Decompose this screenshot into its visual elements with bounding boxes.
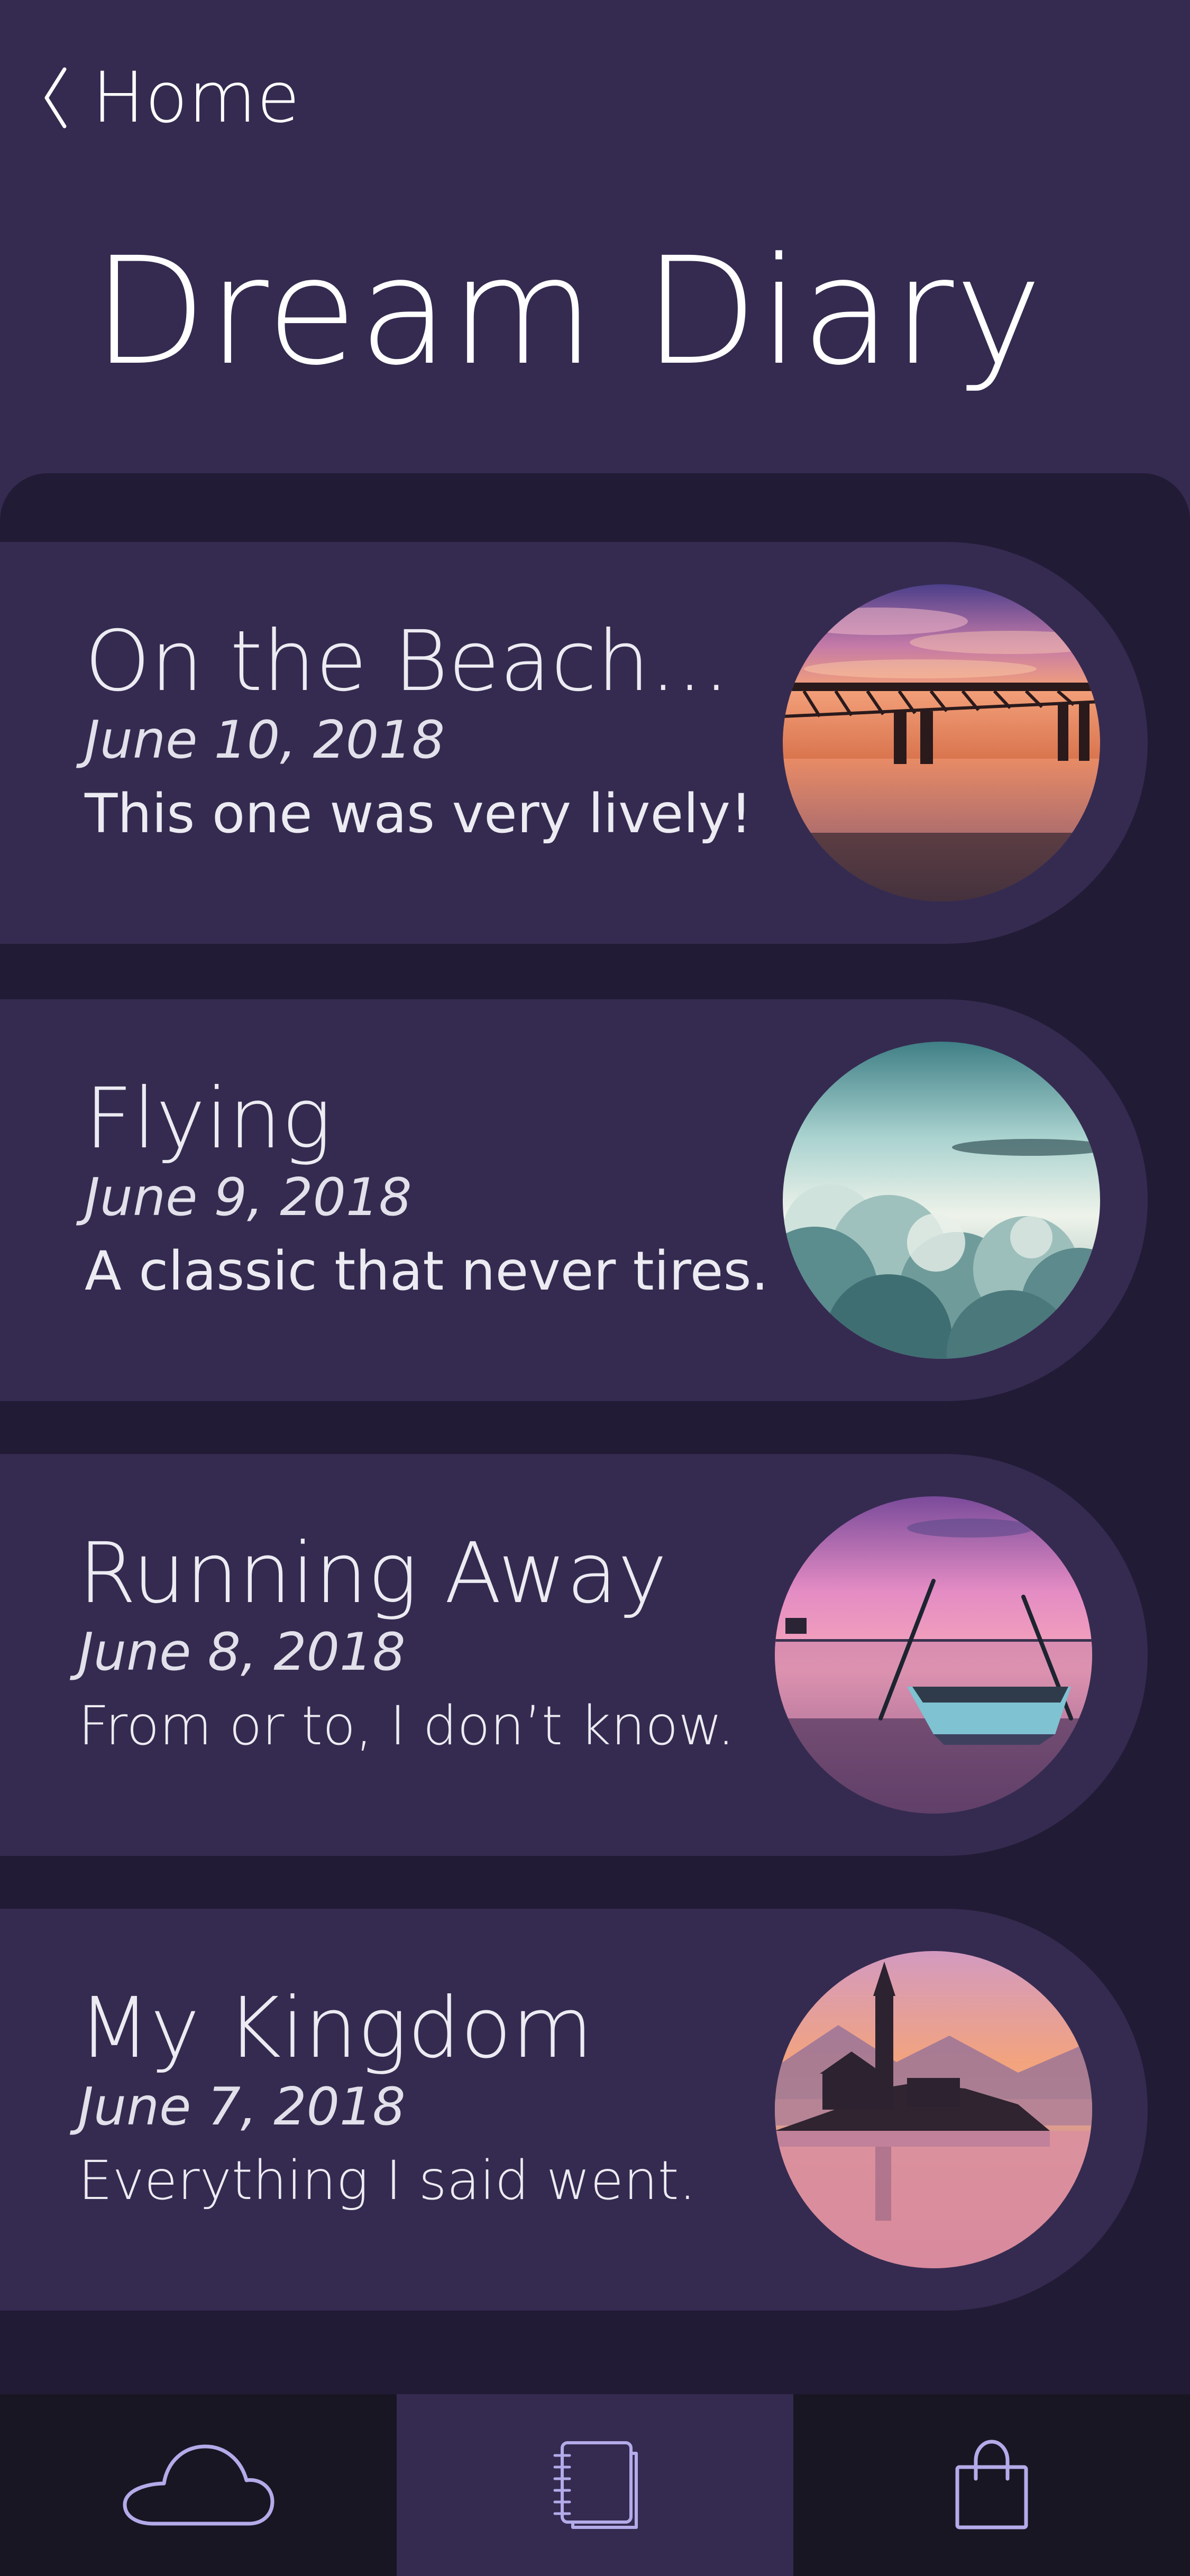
back-label: Home — [92, 57, 300, 139]
entry-note: Everything I said went. — [78, 2149, 697, 2212]
tab-shop[interactable] — [793, 2394, 1190, 2576]
entry-title: My Kingdom — [78, 1980, 593, 2077]
notebook-icon — [547, 2436, 643, 2534]
island-church-photo — [775, 1951, 1092, 2268]
page-title: Dream Diary — [93, 226, 1043, 398]
entry-list[interactable]: On the Beach... June 10, 2018 This one w… — [0, 473, 1190, 2395]
rowboat-lake-photo — [775, 1496, 1092, 1814]
cloud-icon — [122, 2439, 275, 2531]
entry-card[interactable]: Flying June 9, 2018 A classic that never… — [0, 999, 1148, 1401]
entry-card[interactable]: On the Beach... June 10, 2018 This one w… — [0, 542, 1148, 944]
sunset-pier-photo — [783, 584, 1100, 901]
entry-date: June 7, 2018 — [78, 2076, 406, 2137]
shopping-bag-icon — [952, 2436, 1031, 2534]
entry-card[interactable]: Running Away June 8, 2018 From or to, I … — [0, 1454, 1148, 1856]
tab-diary[interactable] — [397, 2394, 793, 2576]
entry-card[interactable]: My Kingdom June 7, 2018 Everything I sai… — [0, 1909, 1148, 2311]
entry-text: On the Beach... June 10, 2018 This one w… — [85, 613, 752, 847]
entry-text: Flying June 9, 2018 A classic that never… — [85, 1073, 768, 1304]
entry-note: From or to, I don’t know. — [78, 1694, 735, 1758]
entry-date: June 10, 2018 — [85, 710, 445, 770]
entry-title: On the Beach... — [85, 613, 730, 710]
back-button[interactable]: Home — [42, 58, 300, 137]
entry-title: Running Away — [78, 1525, 667, 1622]
entry-note: A classic that never tires. — [85, 1239, 769, 1303]
entry-title: Flying — [85, 1070, 332, 1167]
entry-text: My Kingdom June 7, 2018 Everything I sai… — [78, 1980, 697, 2213]
tab-cloud[interactable] — [0, 2394, 397, 2576]
clouds-sky-photo — [783, 1042, 1100, 1359]
tab-bar — [0, 2394, 1190, 2576]
entry-date: June 9, 2018 — [85, 1167, 412, 1228]
entry-note: This one was very lively! — [85, 782, 752, 845]
chevron-left-icon — [42, 66, 69, 130]
entry-date: June 8, 2018 — [78, 1622, 406, 1682]
entry-text: Running Away June 8, 2018 From or to, I … — [78, 1528, 735, 1759]
